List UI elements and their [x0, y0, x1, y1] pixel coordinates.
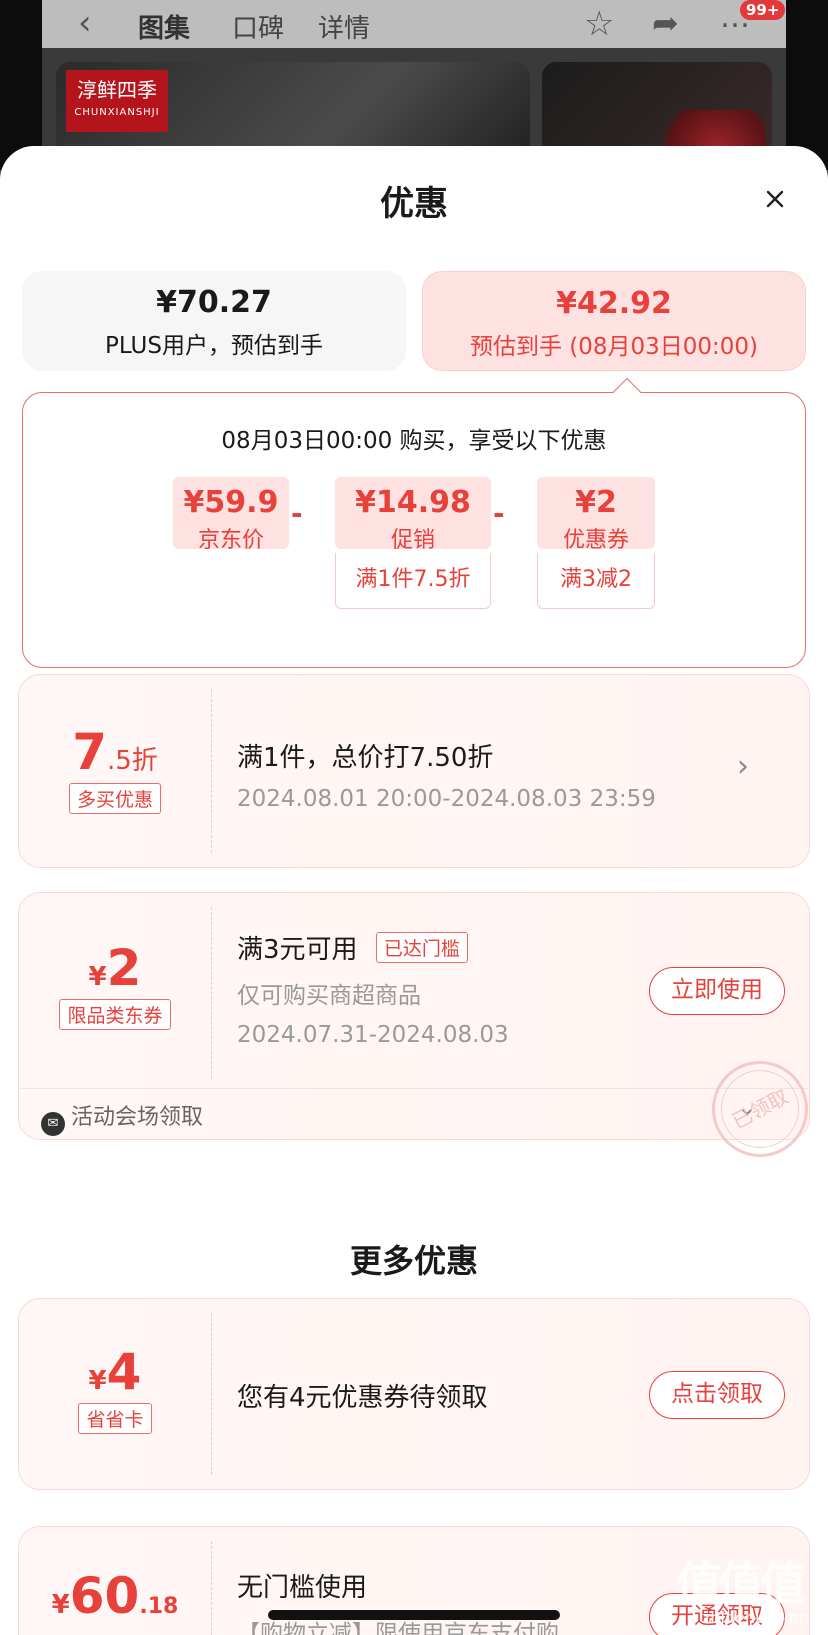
coupon-dates: 2024.07.31-2024.08.03	[237, 1022, 509, 1048]
price-breakdown: 08月03日00:00 购买，享受以下优惠 ¥59.9 京东价 - ¥14.98…	[22, 377, 806, 668]
coupon-label: 优惠券	[562, 528, 629, 553]
multibuy-tag: 多买优惠	[68, 783, 161, 814]
savings-card-tag: 省省卡	[78, 1403, 152, 1434]
chevron-right-icon[interactable]: ›	[737, 749, 749, 784]
tab-indicator: ⌄	[162, 40, 173, 54]
promotion-label: 促销	[390, 528, 435, 553]
watermark-site: zhidehui.com	[702, 1608, 809, 1627]
tab-details[interactable]: 详情	[318, 8, 370, 45]
back-icon[interactable]: ‹	[78, 6, 92, 40]
jd-price-value: ¥59.9	[183, 485, 279, 520]
watermark-logo: 值值值	[676, 1557, 806, 1611]
savings-card-title: 您有4元优惠券待领取	[237, 1383, 488, 1413]
coupon-type-tag: 限品类东券	[59, 999, 171, 1030]
discount-rate: 7.5折 多买优惠	[19, 723, 211, 814]
plus-price: ¥70.27	[156, 285, 272, 320]
promotion-box: ¥14.98 促销	[335, 477, 491, 553]
tab-reviews[interactable]: 口碑	[232, 8, 284, 45]
plus-price-label: PLUS用户，预估到手	[105, 333, 323, 359]
home-indicator[interactable]	[268, 1610, 560, 1620]
ticket-icon: ✉	[41, 1112, 65, 1136]
jd-price-box: ¥59.9 京东价	[173, 477, 289, 553]
star-icon[interactable]: ☆	[584, 4, 614, 44]
use-now-button[interactable]: 立即使用	[649, 967, 785, 1015]
promotion-value: ¥14.98	[355, 485, 471, 520]
breakdown-heading: 08月03日00:00 购买，享受以下优惠	[221, 428, 607, 454]
coupon-source: ✉ 活动会场领取	[41, 1099, 203, 1136]
close-icon[interactable]	[760, 184, 790, 214]
multibuy-dates: 2024.08.01 20:00-2024.08.03 23:59	[237, 786, 656, 812]
share-icon[interactable]: ➦	[652, 4, 679, 42]
payment-discount-title: 无门槛使用	[237, 1573, 368, 1603]
background-edge-left	[0, 0, 42, 170]
jd-price-label: 京东价	[197, 528, 264, 553]
estimate-price: ¥42.92	[556, 286, 672, 321]
savings-amount: ¥4 省省卡	[19, 1343, 211, 1434]
coupon-amount: ¥2 限品类东券	[19, 939, 211, 1030]
minus-sign: -	[291, 497, 303, 530]
payment-discount-amount: ¥60.18	[51, 1567, 179, 1625]
sheet-title: 优惠	[380, 184, 448, 224]
discount-sheet: 优惠 ¥70.27 PLUS用户，预估到手 ¥42.92 预估到手 (08月03…	[0, 146, 828, 1635]
category-coupon-card: ¥2 限品类东券 满3元可用 已达门槛 仅可购买商超商品 2024.07.31-…	[18, 892, 810, 1140]
breakdown-pointer	[612, 377, 642, 407]
estimate-price-option[interactable]: ¥42.92 预估到手 (08月03日00:00)	[422, 271, 806, 371]
message-badge: 99+	[740, 0, 786, 20]
multibuy-promo-card[interactable]: 7.5折 多买优惠 满1件，总价打7.50折 2024.08.01 20:00-…	[18, 674, 810, 868]
coupon-box: ¥2 优惠券	[537, 477, 655, 553]
brand-logo: 淳鲜四季 CHUNXIANSHJI	[66, 70, 168, 132]
more-discounts-title: 更多优惠	[349, 1242, 478, 1280]
estimate-price-label: 预估到手 (08月03日00:00)	[469, 334, 759, 360]
threshold-met-tag: 已达门槛	[375, 932, 468, 963]
coupon-value: ¥2	[575, 485, 617, 520]
savings-card-promo: ¥4 省省卡 您有4元优惠券待领取 点击领取	[18, 1298, 810, 1490]
coupon-threshold: 满3元可用 已达门槛	[237, 929, 509, 966]
claim-button[interactable]: 点击领取	[649, 1371, 785, 1419]
minus-sign: -	[493, 497, 505, 530]
multibuy-title: 满1件，总价打7.50折	[237, 743, 494, 773]
coupon-rule: 满3减2	[537, 553, 655, 609]
promotion-rule: 满1件7.5折	[335, 553, 491, 609]
coupon-scope: 仅可购买商超商品	[237, 983, 421, 1009]
plus-price-option[interactable]: ¥70.27 PLUS用户，预估到手	[22, 271, 406, 371]
background-edge-right	[786, 0, 828, 170]
